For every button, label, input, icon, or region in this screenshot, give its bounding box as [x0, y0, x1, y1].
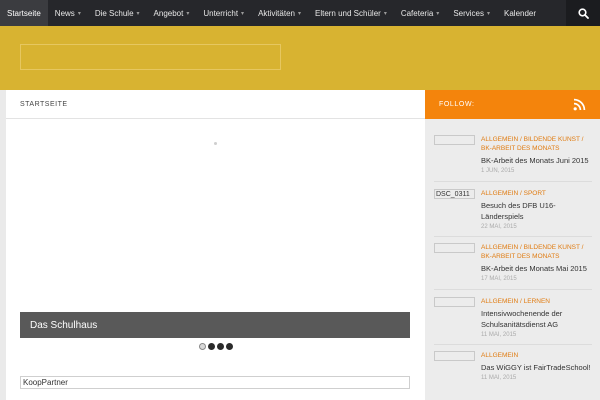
- main-content: STARTSEITE Das Schulhaus KoopPartner: [6, 90, 425, 400]
- chevron-down-icon: ▾: [436, 10, 440, 17]
- chevron-down-icon: ▾: [136, 10, 140, 17]
- divider: [434, 181, 592, 182]
- post-title[interactable]: Intensivwochenende der Schulsanitätsdien…: [481, 308, 594, 330]
- post-thumbnail[interactable]: [434, 297, 475, 307]
- post-date: 11 MAI, 2015: [481, 332, 517, 338]
- post-categories[interactable]: ALLGEMEIN / BILDENDE KUNST / BK-ARBEIT D…: [481, 135, 594, 153]
- nav-label: News: [54, 8, 75, 18]
- divider: [434, 236, 592, 237]
- nav-item-unterricht[interactable]: Unterricht ▾: [196, 0, 251, 26]
- top-navigation: Startseite News ▾ Die Schule ▾ Angebot ▾ Un…: [0, 0, 600, 26]
- post-title[interactable]: Das WiGGY ist FairTradeSchool!: [481, 362, 594, 373]
- post-categories[interactable]: ALLGEMEIN: [481, 351, 594, 360]
- slider-pagination: [199, 343, 233, 350]
- nav-label: Angebot: [153, 8, 184, 18]
- chevron-down-icon: ▾: [241, 10, 245, 17]
- nav-item-die-schule[interactable]: Die Schule ▾: [88, 0, 147, 26]
- post-title[interactable]: BK-Arbeit des Monats Mai 2015: [481, 263, 594, 274]
- post-date: 17 MAI, 2015: [481, 276, 517, 282]
- nav-label: Cafeteria: [400, 8, 434, 18]
- chevron-down-icon: ▾: [383, 10, 387, 17]
- slider-dot[interactable]: [217, 343, 224, 350]
- chevron-down-icon: ▾: [297, 10, 301, 17]
- nav-label: Unterricht: [203, 8, 239, 18]
- post-categories[interactable]: ALLGEMEIN / BILDENDE KUNST / BK-ARBEIT D…: [481, 243, 594, 261]
- slide-caption-text: Das Schulhaus: [30, 319, 98, 331]
- rss-icon[interactable]: [573, 98, 586, 111]
- search-icon: [577, 7, 589, 19]
- post-thumbnail[interactable]: [434, 135, 475, 145]
- post-date: 22 MAI, 2015: [481, 224, 517, 230]
- nav-item-startseite[interactable]: Startseite: [0, 0, 48, 26]
- nav-label: Eltern und Schüler: [314, 8, 381, 18]
- nav-item-cafeteria[interactable]: Cafeteria ▾: [394, 0, 446, 26]
- nav-label: Aktivitäten: [258, 8, 295, 18]
- slide-image: [214, 142, 217, 145]
- slide-caption[interactable]: Das Schulhaus: [20, 312, 410, 338]
- chevron-down-icon: ▾: [186, 10, 190, 17]
- nav-item-kalender[interactable]: Kalender: [497, 0, 543, 26]
- nav-item-aktivitaeten[interactable]: Aktivitäten ▾: [251, 0, 308, 26]
- post-categories[interactable]: ALLGEMEIN / LERNEN: [481, 297, 594, 306]
- site-header: [0, 26, 600, 90]
- divider: [434, 344, 592, 345]
- follow-label: FOLLOW:: [439, 101, 475, 108]
- nav-label: Startseite: [7, 8, 41, 18]
- slider-dot[interactable]: [226, 343, 233, 350]
- post-thumbnail[interactable]: [434, 351, 475, 361]
- post-thumbnail[interactable]: DSC_0311: [434, 189, 475, 199]
- sidebar: FOLLOW: ALLGEMEIN / BILDENDE KUNST / BK-…: [425, 90, 600, 400]
- nav-label: Kalender: [504, 8, 537, 18]
- slider-dot[interactable]: [199, 343, 206, 350]
- follow-bar: FOLLOW:: [425, 90, 600, 119]
- nav-item-angebot[interactable]: Angebot ▾: [147, 0, 197, 26]
- nav-item-services[interactable]: Services ▾: [446, 0, 497, 26]
- post-date: 11 MAI, 2015: [481, 375, 517, 381]
- slider-dot[interactable]: [208, 343, 215, 350]
- koop-partner-label: KoopPartner: [23, 378, 68, 387]
- nav-item-news[interactable]: News ▾: [48, 0, 88, 26]
- post-categories[interactable]: ALLGEMEIN / SPORT: [481, 189, 594, 198]
- divider: [434, 289, 592, 290]
- nav-item-eltern-und-schueler[interactable]: Eltern und Schüler ▾: [308, 0, 394, 26]
- chevron-down-icon: ▾: [77, 10, 81, 17]
- post-title[interactable]: Besuch des DFB U16-Länderspiels: [481, 200, 594, 222]
- nav-label: Services: [453, 8, 484, 18]
- post-title[interactable]: BK-Arbeit des Monats Juni 2015: [481, 155, 594, 166]
- search-button[interactable]: [566, 0, 600, 26]
- post-date: 1 JUN, 2015: [481, 168, 515, 174]
- site-logo[interactable]: [20, 44, 281, 70]
- nav-label: Die Schule: [94, 8, 134, 18]
- chevron-down-icon: ▾: [487, 10, 491, 17]
- koop-partner-image[interactable]: KoopPartner: [20, 376, 410, 389]
- page-title: STARTSEITE: [20, 100, 68, 108]
- post-thumbnail[interactable]: [434, 243, 475, 253]
- page-title-bar: STARTSEITE: [6, 90, 425, 119]
